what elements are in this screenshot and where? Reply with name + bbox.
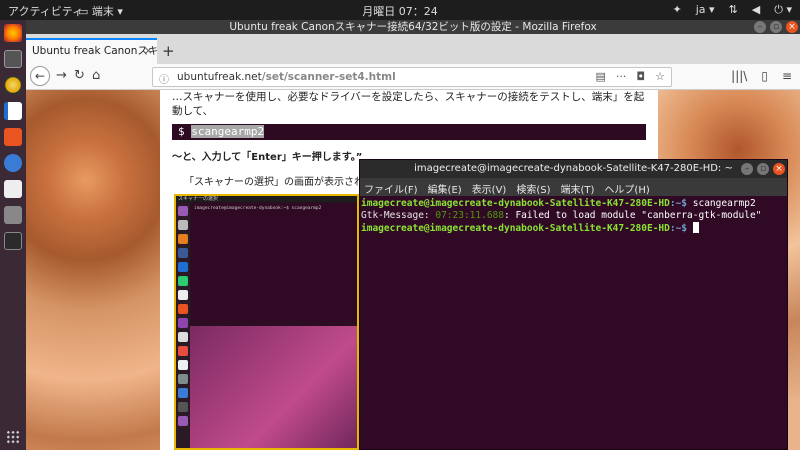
- text-cursor: [692, 222, 699, 233]
- minimize-button[interactable]: –: [754, 21, 766, 33]
- forward-button[interactable]: →: [56, 68, 67, 83]
- reader-view-icon[interactable]: ▤: [596, 70, 606, 83]
- terminal-menubar: ファイル(F) 編集(E) 表示(V) 検索(S) 端末(T) ヘルプ(H): [360, 178, 787, 196]
- terminal-close-button[interactable]: ×: [773, 163, 785, 175]
- navigation-bar: ← → ↻ ⌂ ⓘ ubuntufreak.net/set/scanner-se…: [26, 64, 800, 90]
- pocket-icon[interactable]: ◘: [636, 70, 645, 83]
- language-indicator[interactable]: ja ▾: [696, 3, 715, 17]
- command-box: $ scangearmp2: [172, 124, 646, 140]
- home-button[interactable]: ⌂: [92, 68, 100, 83]
- tab-active[interactable]: Ubuntu freak Canonスキャ… ×: [26, 38, 157, 64]
- close-button[interactable]: ×: [786, 21, 798, 33]
- menu-view[interactable]: 表示(V): [472, 181, 507, 196]
- library-icon[interactable]: |||\: [731, 69, 747, 83]
- files-icon[interactable]: [4, 50, 22, 68]
- firefox-titlebar: Ubuntu freak Canonスキャナー接続64/32ビット版の設定 - …: [26, 20, 800, 34]
- terminal-maximize-button[interactable]: ▫: [757, 163, 769, 175]
- sidebar-icon[interactable]: ▯: [761, 69, 768, 83]
- power-icon[interactable]: ⏻ ▾: [774, 3, 792, 17]
- network-icon[interactable]: ⇅: [729, 3, 738, 17]
- launcher-dock: [0, 20, 26, 450]
- terminal-minimize-button[interactable]: –: [741, 163, 753, 175]
- tab-close-icon[interactable]: ×: [144, 44, 153, 57]
- menu-help[interactable]: ヘルプ(H): [604, 181, 649, 196]
- top-panel: アクティビティ ▭ 端末 ▾ 月曜日 07：24 ✦ ja ▾ ⇅ ◀ ⏻ ▾: [0, 0, 800, 20]
- screenshot-terminal: imagecreate@imagecreate-dynabook:~$ scan…: [192, 204, 357, 322]
- system-tray: ✦ ja ▾ ⇅ ◀ ⏻ ▾: [673, 3, 792, 17]
- bookmark-star-icon[interactable]: ☆: [655, 70, 665, 83]
- accessibility-icon[interactable]: ✦: [673, 3, 682, 17]
- menu-terminal[interactable]: 端末(T): [561, 181, 595, 196]
- intro-text: …スキャナーを使用し、必要なドライバーを設定したら、スキャナーの接続をテストし、…: [172, 91, 645, 117]
- screenshot-desktop: [190, 326, 357, 448]
- writer-icon[interactable]: [4, 102, 22, 120]
- terminal-title: imagecreate@imagecreate-dynabook-Satelli…: [414, 163, 733, 174]
- screenshot-launcher: [176, 202, 190, 448]
- software-center-icon[interactable]: [4, 128, 22, 146]
- menu-search[interactable]: 検索(S): [516, 181, 550, 196]
- url-bar[interactable]: ⓘ ubuntufreak.net/set/scanner-set4.html …: [152, 67, 672, 87]
- screenshot-title: スキャナーの選択: [176, 196, 357, 202]
- menu-icon[interactable]: ≡: [782, 69, 792, 83]
- terminal-titlebar: imagecreate@imagecreate-dynabook-Satelli…: [360, 160, 787, 178]
- screenshot-icon[interactable]: [4, 206, 22, 224]
- maximize-button[interactable]: ▫: [770, 21, 782, 33]
- help-icon[interactable]: [4, 154, 22, 172]
- window-title: Ubuntu freak Canonスキャナー接続64/32ビット版の設定 - …: [229, 21, 597, 33]
- command-text[interactable]: scangearmp2: [191, 125, 265, 138]
- reload-button[interactable]: ↻: [74, 68, 85, 83]
- back-button[interactable]: ←: [30, 66, 50, 86]
- firefox-icon[interactable]: [4, 24, 22, 42]
- show-applications-icon[interactable]: [6, 430, 20, 444]
- terminal-output[interactable]: imagecreate@imagecreate-dynabook-Satelli…: [360, 196, 787, 449]
- new-tab-button[interactable]: +: [162, 42, 175, 60]
- terminal-window[interactable]: imagecreate@imagecreate-dynabook-Satelli…: [359, 159, 788, 450]
- amazon-icon[interactable]: [4, 180, 22, 198]
- volume-icon[interactable]: ◀: [752, 3, 760, 17]
- tab-bar: Ubuntu freak Canonスキャ… × +: [26, 34, 800, 64]
- screenshot-image: スキャナーの選択 imagecreate@imagecreate-dynaboo…: [174, 194, 359, 450]
- terminal-icon[interactable]: [4, 232, 22, 250]
- rhythmbox-icon[interactable]: [4, 76, 22, 94]
- menu-edit[interactable]: 編集(E): [428, 181, 462, 196]
- page-actions-icon[interactable]: ···: [616, 70, 627, 83]
- site-info-icon[interactable]: ⓘ: [159, 71, 169, 86]
- menu-file[interactable]: ファイル(F): [364, 181, 418, 196]
